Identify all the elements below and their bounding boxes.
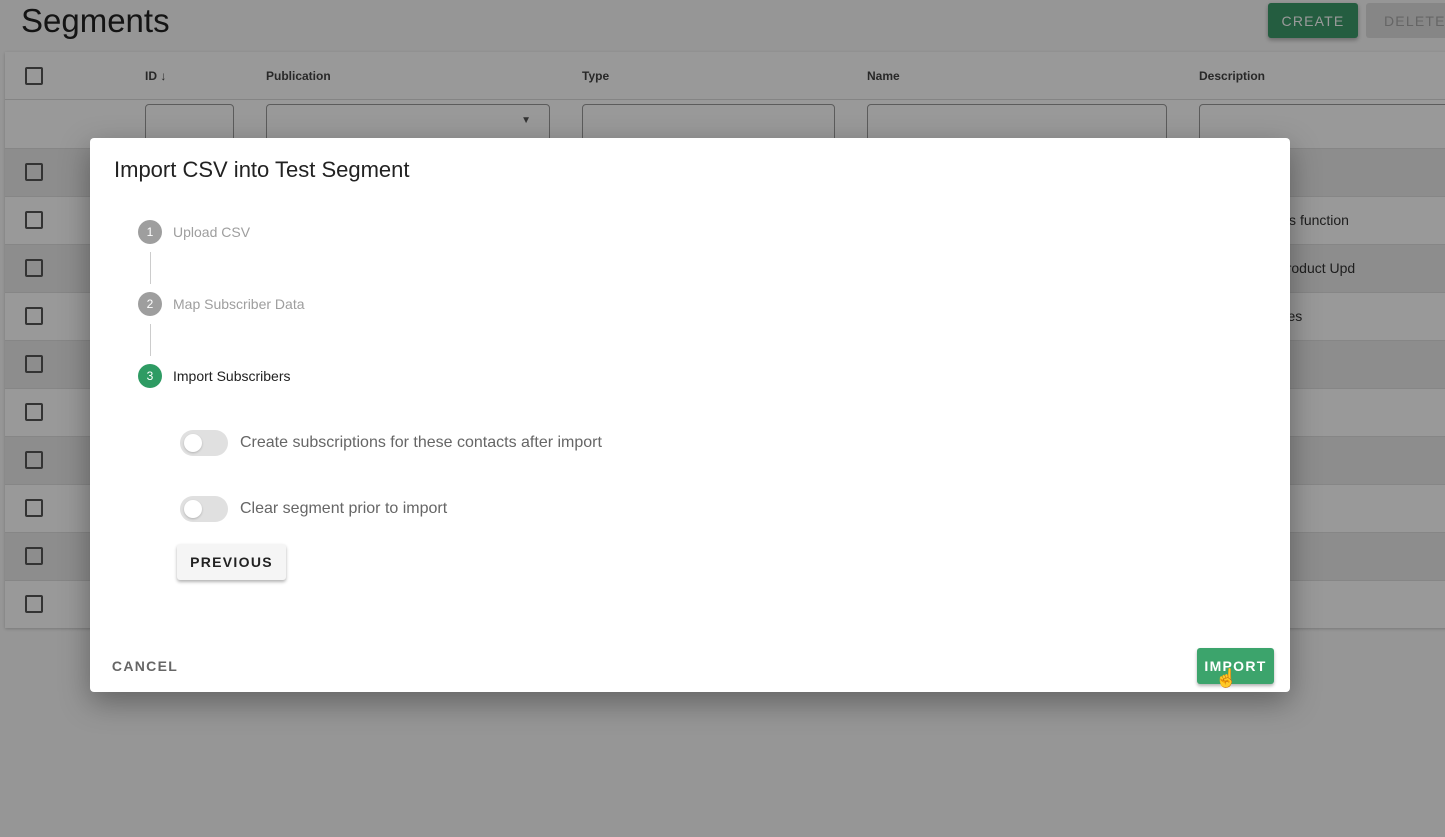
toggle-switch[interactable] xyxy=(180,496,228,522)
toggle-switch[interactable] xyxy=(180,430,228,456)
step-label: Import Subscribers xyxy=(173,368,291,384)
clear-segment-toggle[interactable]: Clear segment prior to import xyxy=(180,496,447,522)
create-subscriptions-toggle[interactable]: Create subscriptions for these contacts … xyxy=(180,430,602,456)
step-number: 3 xyxy=(138,364,162,388)
step-upload-csv: 1 Upload CSV xyxy=(138,220,250,244)
step-import-subscribers: 3 Import Subscribers xyxy=(138,364,290,388)
previous-button[interactable]: PREVIOUS xyxy=(177,544,286,580)
toggle-label: Clear segment prior to import xyxy=(240,500,448,517)
step-number: 1 xyxy=(138,220,162,244)
cancel-button[interactable]: CANCEL xyxy=(106,648,184,684)
hand-cursor-icon: ☝ xyxy=(1215,668,1238,688)
toggle-label: Create subscriptions for these contacts … xyxy=(240,434,602,451)
dialog-title: Import CSV into Test Segment xyxy=(114,157,410,182)
step-number: 2 xyxy=(138,292,162,316)
import-csv-dialog: Import CSV into Test Segment 1 Upload CSV… xyxy=(90,138,1290,692)
step-connector xyxy=(150,324,151,356)
step-label: Upload CSV xyxy=(173,224,251,240)
step-map-subscriber-data: 2 Map Subscriber Data xyxy=(138,292,305,316)
step-connector xyxy=(150,252,151,284)
step-label: Map Subscriber Data xyxy=(173,296,305,312)
